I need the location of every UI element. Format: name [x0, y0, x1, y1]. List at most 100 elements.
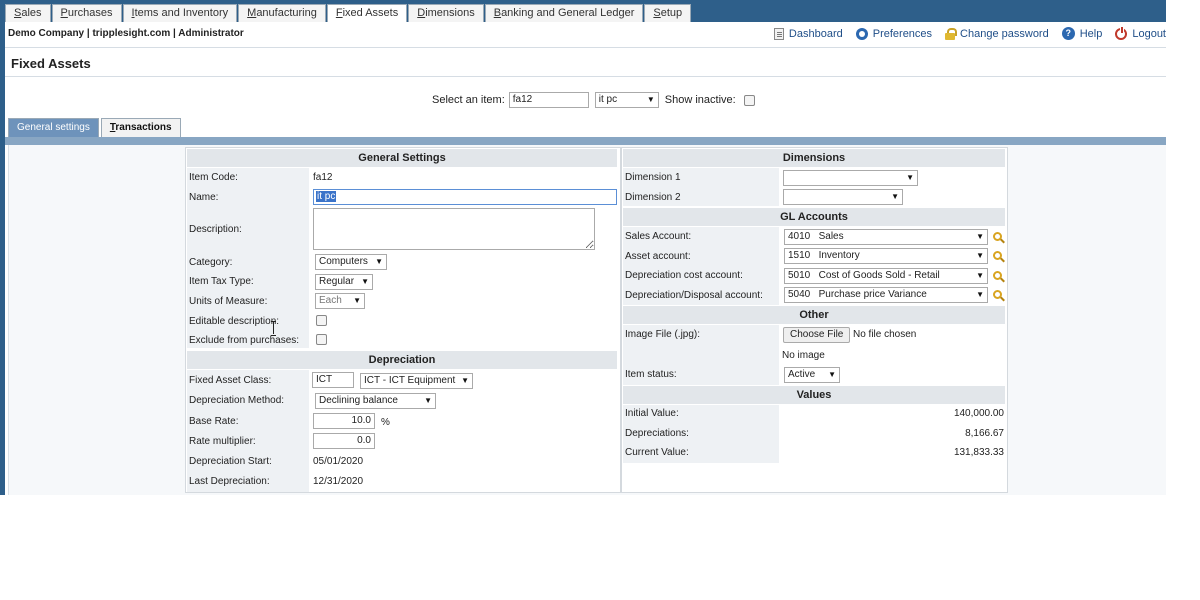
- name-label: Name:: [189, 192, 219, 203]
- gl-accounts-header: GL Accounts: [623, 208, 1005, 226]
- dashboard-link[interactable]: Dashboard: [773, 27, 843, 40]
- dimensions-header: Dimensions: [623, 149, 1005, 167]
- dashboard-icon: [773, 27, 784, 40]
- item-status-label: Item status:: [625, 369, 677, 380]
- page-title: Fixed Assets: [11, 56, 91, 71]
- menu-tab-banking-gl[interactable]: Banking and General Ledger: [484, 4, 644, 22]
- depreciation-header: Depreciation: [187, 351, 617, 369]
- label-column-bg: [187, 370, 309, 492]
- rate-multiplier-input[interactable]: 0.0: [313, 433, 375, 449]
- editable-description-checkbox[interactable]: [316, 315, 327, 326]
- depreciation-start-label: Depreciation Start:: [189, 456, 272, 467]
- divider: [5, 76, 1166, 77]
- current-value: 131,833.33: [953, 447, 1004, 458]
- depreciation-cost-account-label: Depreciation cost account:: [625, 270, 743, 281]
- left-border: [0, 0, 5, 495]
- show-inactive-checkbox[interactable]: [743, 94, 755, 106]
- units-dropdown[interactable]: Each: [315, 293, 365, 309]
- choose-file-button[interactable]: Choose File: [783, 327, 851, 343]
- initial-value: 140,000.00: [953, 408, 1004, 419]
- app-window: Sales Purchases Items and Inventory Manu…: [0, 0, 1166, 495]
- change-password-link[interactable]: Change password: [945, 27, 1049, 40]
- tab-general-settings[interactable]: General settings: [8, 118, 99, 137]
- sales-account-dropdown[interactable]: 4010 Sales: [784, 229, 988, 245]
- name-input[interactable]: it pc: [313, 189, 617, 205]
- main-menu-tabs: Sales Purchases Items and Inventory Manu…: [5, 4, 692, 22]
- divider: [5, 47, 1166, 48]
- other-header: Other: [623, 306, 1005, 324]
- menu-tab-items-inventory[interactable]: Items and Inventory: [122, 4, 238, 22]
- select-item-label: Select an item:: [432, 94, 505, 106]
- description-textarea[interactable]: [313, 208, 595, 250]
- help-link[interactable]: ? Help: [1061, 27, 1103, 40]
- exclude-purchases-checkbox[interactable]: [316, 334, 327, 345]
- select-item-bar: Select an item: fa12 it pc Show inactive…: [432, 92, 755, 108]
- fixed-asset-class-label: Fixed Asset Class:: [189, 375, 272, 386]
- units-label: Units of Measure:: [189, 296, 268, 307]
- depreciation-start-value: 05/01/2020: [313, 456, 364, 467]
- fixed-asset-class-dropdown[interactable]: ICT - ICT Equipment: [360, 373, 473, 389]
- category-label: Category:: [189, 257, 233, 268]
- depreciation-cost-account-dropdown[interactable]: 5010 Cost of Goods Sold - Retail: [784, 268, 988, 284]
- menu-tab-dimensions[interactable]: Dimensions: [408, 4, 484, 22]
- preferences-link[interactable]: Preferences: [855, 27, 933, 40]
- item-status-dropdown[interactable]: Active: [784, 367, 840, 383]
- base-rate-input[interactable]: 10.0: [313, 413, 375, 429]
- dashboard-label: Dashboard: [788, 27, 843, 40]
- item-select-dropdown[interactable]: it pc: [594, 92, 659, 108]
- asset-account-label: Asset account:: [625, 251, 691, 262]
- image-file-label: Image File (.jpg):: [625, 329, 701, 340]
- change-password-label: Change password: [960, 27, 1049, 40]
- menu-tab-purchases[interactable]: Purchases: [51, 4, 122, 22]
- search-icon[interactable]: [993, 232, 1002, 241]
- main-menu-bar: Sales Purchases Items and Inventory Manu…: [5, 0, 1166, 22]
- dimension-2-label: Dimension 2: [625, 192, 681, 203]
- lock-icon: [945, 27, 958, 40]
- mouse-cursor: [271, 321, 277, 336]
- last-depreciation-label: Last Depreciation:: [189, 476, 270, 487]
- item-code-value: fa12: [313, 172, 333, 183]
- no-file-chosen-text: No file chosen: [853, 329, 917, 340]
- tab-transactions[interactable]: Transactions: [100, 118, 181, 137]
- menu-tab-setup[interactable]: Setup: [644, 4, 692, 22]
- item-tax-type-label: Item Tax Type:: [189, 276, 254, 287]
- depreciations-value: 8,166.67: [965, 428, 1004, 439]
- last-depreciation-value: 12/31/2020: [313, 476, 364, 487]
- dimension-1-label: Dimension 1: [625, 172, 681, 183]
- category-dropdown[interactable]: Computers: [315, 254, 387, 270]
- tab-bar-line: [5, 137, 1166, 145]
- depreciations-label: Depreciations:: [625, 428, 689, 439]
- company-info: Demo Company | tripplesight.com | Admini…: [8, 28, 244, 39]
- rate-multiplier-label: Rate multiplier:: [189, 436, 256, 447]
- percent-sign: %: [381, 417, 390, 428]
- fixed-asset-class-code[interactable]: ICT: [312, 372, 354, 388]
- menu-tab-sales[interactable]: Sales: [5, 4, 51, 22]
- disposal-account-dropdown[interactable]: 5040 Purchase price Variance: [784, 287, 988, 303]
- menu-tab-manufacturing[interactable]: Manufacturing: [238, 4, 326, 22]
- exclude-purchases-label: Exclude from purchases:: [189, 335, 300, 346]
- item-tax-type-dropdown[interactable]: Regular: [315, 274, 373, 290]
- search-icon[interactable]: [993, 271, 1002, 280]
- description-label: Description:: [189, 224, 242, 235]
- asset-account-dropdown[interactable]: 1510 Inventory: [784, 248, 988, 264]
- help-label: Help: [1079, 27, 1103, 40]
- search-icon[interactable]: [993, 290, 1002, 299]
- general-settings-header: General Settings: [187, 149, 617, 167]
- dimension-2-dropdown[interactable]: [783, 189, 903, 205]
- dimension-1-dropdown[interactable]: [783, 170, 918, 186]
- depreciation-method-label: Depreciation Method:: [189, 395, 285, 406]
- gear-icon: [855, 27, 868, 40]
- item-code-input[interactable]: fa12: [508, 92, 589, 108]
- depreciation-method-dropdown[interactable]: Declining balance: [315, 393, 436, 409]
- values-header: Values: [623, 386, 1005, 404]
- current-value-label: Current Value:: [625, 447, 689, 458]
- search-icon[interactable]: [993, 251, 1002, 260]
- preferences-label: Preferences: [872, 27, 933, 40]
- base-rate-label: Base Rate:: [189, 416, 239, 427]
- no-image-text: No image: [782, 350, 825, 361]
- sub-tabs: General settings Transactions: [8, 118, 183, 137]
- item-code-label: Item Code:: [189, 172, 238, 183]
- top-links: Dashboard Preferences Change password ? H…: [761, 26, 1166, 40]
- logout-link[interactable]: Logout: [1115, 26, 1166, 40]
- menu-tab-fixed-assets[interactable]: Fixed Assets: [326, 4, 408, 22]
